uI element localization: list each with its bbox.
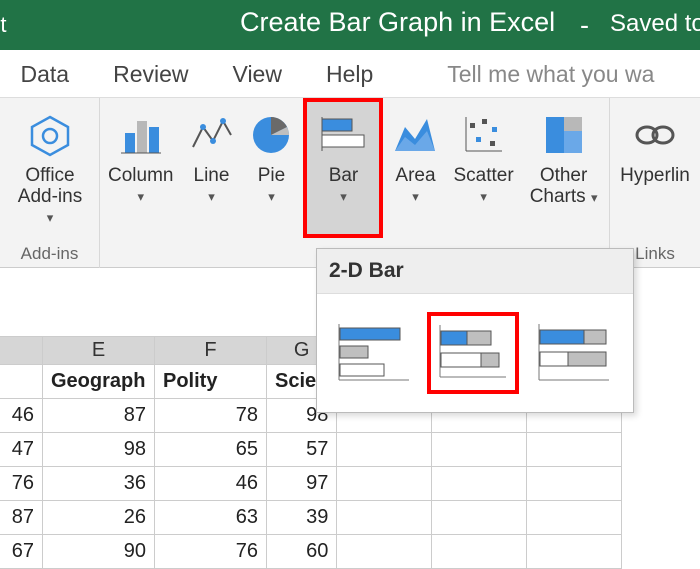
cell[interactable]: 63 (155, 501, 267, 535)
chevron-down-icon: ▾ (340, 189, 347, 205)
ribbon-tabs: s Data Review View Help Tell me what you… (0, 50, 700, 98)
pie-chart-icon (249, 108, 293, 162)
scatter-chart-button[interactable]: Scatter ▾ (445, 98, 521, 238)
area-chart-icon (393, 108, 437, 162)
group-links: Hyperlin Links (610, 98, 700, 268)
tell-me-box[interactable]: Tell me what you wa (425, 50, 676, 98)
chevron-down-icon: ▾ (47, 210, 54, 226)
bar-chart-icon (318, 108, 368, 162)
cell[interactable]: 26 (43, 501, 155, 535)
header-cell[interactable]: Polity (155, 365, 267, 399)
pie-label: Pie (258, 166, 285, 187)
link-icon (631, 108, 679, 162)
area-label: Area (395, 166, 435, 187)
addins-icon (26, 108, 74, 162)
hyperlink-label: Hyperlin (620, 166, 690, 187)
group-charts: Column ▾ Line ▾ Pie ▾ B (100, 98, 610, 268)
ribbon: OfficeAdd-ins ▾ Add-ins Column ▾ Line ▾ (0, 98, 700, 268)
cell[interactable]: 76 (155, 535, 267, 569)
cell[interactable]: 97 (267, 467, 337, 501)
title-dash: - (580, 10, 589, 41)
group-addins: OfficeAdd-ins ▾ Add-ins (0, 98, 100, 268)
document-title: Create Bar Graph in Excel (240, 7, 555, 38)
column-label: Column (108, 166, 173, 187)
tab-help[interactable]: Help (304, 50, 395, 98)
cell[interactable]: 60 (267, 535, 337, 569)
cell[interactable]: 76 (0, 467, 43, 501)
cell[interactable]: 36 (43, 467, 155, 501)
cell[interactable]: 39 (267, 501, 337, 535)
cell[interactable]: 57 (267, 433, 337, 467)
table-row: 76 36 46 97 (0, 467, 622, 501)
col-header[interactable]: E (43, 337, 155, 365)
pie-chart-button[interactable]: Pie ▾ (241, 98, 301, 238)
bar-chart-button[interactable]: Bar ▾ (303, 98, 383, 238)
header-cell[interactable]: ish (0, 365, 43, 399)
cell[interactable]: 47 (0, 433, 43, 467)
header-cell[interactable]: Geograph (43, 365, 155, 399)
chevron-down-icon: ▾ (208, 189, 215, 205)
col-header[interactable]: F (155, 337, 267, 365)
cell[interactable]: 65 (155, 433, 267, 467)
group-label-addins: Add-ins (0, 244, 99, 264)
chevron-down-icon: ▾ (268, 189, 275, 205)
line-label: Line (194, 166, 230, 187)
chevron-down-icon: ▾ (137, 189, 144, 205)
cell[interactable]: 67 (0, 535, 43, 569)
addins-label2: Add-ins (18, 186, 82, 207)
cell[interactable]: 46 (155, 467, 267, 501)
table-row: 67 90 76 60 (0, 535, 622, 569)
tab-view[interactable]: View (211, 50, 304, 98)
100pct-stacked-bar-option[interactable] (527, 312, 619, 394)
area-chart-button[interactable]: Area ▾ (385, 98, 445, 238)
dropdown-header: 2-D Bar (317, 249, 633, 294)
tab-data[interactable]: Data (0, 50, 91, 98)
chevron-down-icon: ▾ (412, 189, 419, 205)
cell[interactable]: 87 (0, 501, 43, 535)
hyperlink-button[interactable]: Hyperlin (610, 98, 700, 238)
other-label1: Other (540, 165, 588, 186)
col-header[interactable]: D (0, 337, 43, 365)
table-row: 47 98 65 57 (0, 433, 622, 467)
line-chart-button[interactable]: Line ▾ (181, 98, 241, 238)
chevron-down-icon: ▾ (591, 190, 598, 205)
scatter-label: Scatter (453, 166, 513, 187)
other-charts-icon (542, 108, 586, 162)
cell[interactable]: 87 (43, 399, 155, 433)
save-status: Saved to (610, 10, 700, 38)
line-chart-icon (189, 108, 233, 162)
other-charts-button[interactable]: OtherCharts ▾ (522, 98, 606, 238)
column-chart-button[interactable]: Column ▾ (100, 98, 181, 238)
cell[interactable]: 78 (155, 399, 267, 433)
chevron-down-icon: ▾ (480, 189, 487, 205)
stacked-bar-option[interactable] (427, 312, 519, 394)
bar-chart-dropdown: 2-D Bar (316, 248, 634, 413)
project-fragment: oject (0, 12, 6, 38)
clustered-bar-option[interactable] (327, 312, 419, 394)
scatter-chart-icon (462, 108, 506, 162)
title-bar: oject Create Bar Graph in Excel - Saved … (0, 0, 700, 50)
office-addins-button[interactable]: OfficeAdd-ins ▾ (0, 98, 100, 238)
other-label2: Charts (530, 186, 586, 207)
column-chart-icon (119, 108, 163, 162)
cell[interactable]: 90 (43, 535, 155, 569)
bar-label: Bar (329, 166, 359, 187)
addins-label1: Office (25, 165, 74, 186)
table-row: 87 26 63 39 (0, 501, 622, 535)
tab-review[interactable]: Review (91, 50, 210, 98)
cell[interactable]: 46 (0, 399, 43, 433)
cell[interactable]: 98 (43, 433, 155, 467)
